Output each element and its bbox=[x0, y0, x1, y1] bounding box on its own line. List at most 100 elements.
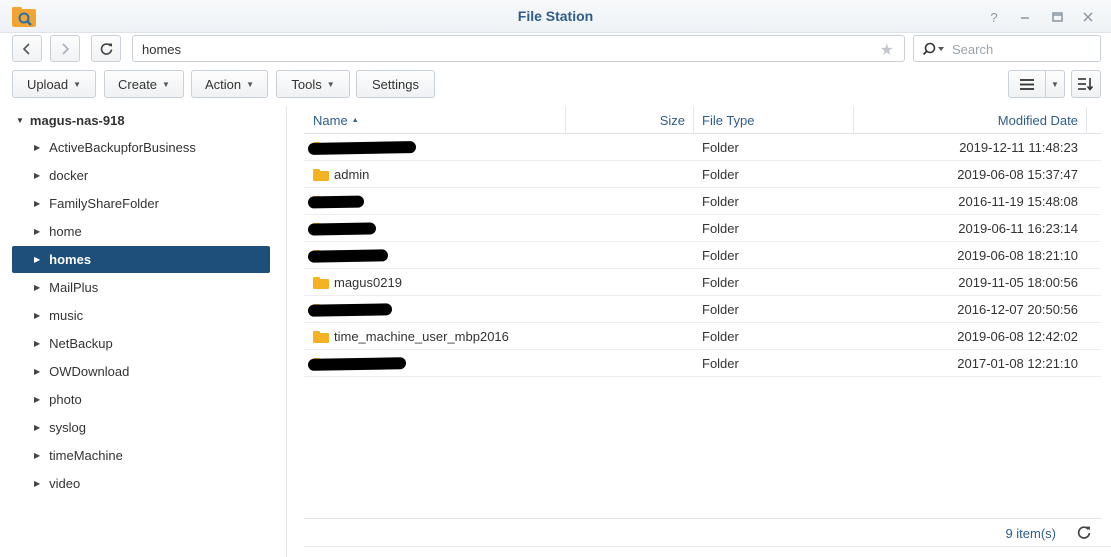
expand-arrow-icon[interactable]: ▶ bbox=[34, 479, 40, 488]
file-type-cell: Folder bbox=[702, 302, 739, 317]
column-name-header[interactable]: Name ▲ bbox=[313, 107, 359, 134]
table-row[interactable]: Folder 2017-01-08 12:21:10 bbox=[304, 350, 1101, 377]
title-bar: File Station ? bbox=[0, 0, 1111, 33]
expand-arrow-icon[interactable]: ▶ bbox=[34, 255, 40, 264]
refresh-button[interactable] bbox=[91, 35, 121, 62]
sidebar-item-photo[interactable]: ▶ photo bbox=[12, 386, 270, 413]
sort-button[interactable] bbox=[1071, 70, 1101, 98]
file-type-cell: Folder bbox=[702, 329, 739, 344]
column-type-header[interactable]: File Type bbox=[702, 107, 755, 134]
column-modified-header[interactable]: Modified Date bbox=[854, 107, 1078, 134]
column-divider[interactable] bbox=[1086, 107, 1087, 134]
sidebar-item-syslog[interactable]: ▶ syslog bbox=[12, 414, 270, 441]
file-list: Name ▲ Size File Type Modified Date Fold… bbox=[304, 106, 1101, 546]
sidebar-item-timemachine[interactable]: ▶ timeMachine bbox=[12, 442, 270, 469]
refresh-icon bbox=[100, 43, 112, 55]
expand-arrow-icon[interactable]: ▶ bbox=[34, 283, 40, 292]
sidebar-item-label: FamilyShareFolder bbox=[49, 196, 159, 211]
search-icon[interactable] bbox=[922, 42, 946, 56]
expand-arrow-icon[interactable]: ▶ bbox=[34, 367, 40, 376]
table-row[interactable]: Folder 2016-11-19 15:48:08 bbox=[304, 188, 1101, 215]
caret-down-icon: ▼ bbox=[326, 79, 335, 89]
help-icon[interactable]: ? bbox=[983, 6, 1005, 28]
folder-icon bbox=[313, 276, 329, 289]
create-button[interactable]: Create ▼ bbox=[104, 70, 184, 98]
redaction-mark bbox=[307, 249, 389, 263]
file-name-cell[interactable]: time_machine_user_mbp2016 bbox=[313, 323, 509, 350]
star-icon[interactable]: ★ bbox=[880, 40, 894, 60]
sidebar-item-label: OWDownload bbox=[49, 364, 130, 379]
folder-tree: ▼ magus-nas-918 ▶ ActiveBackupforBusiness… bbox=[0, 106, 287, 557]
expand-arrow-icon[interactable]: ▶ bbox=[34, 451, 40, 460]
sidebar-item-homes[interactable]: ▶ homes bbox=[12, 246, 270, 273]
table-row[interactable]: magus0219 Folder 2019-11-05 18:00:56 bbox=[304, 269, 1101, 296]
sidebar-item-video[interactable]: ▶ video bbox=[12, 470, 270, 497]
back-button[interactable] bbox=[12, 35, 42, 62]
divider bbox=[304, 546, 1111, 547]
caret-down-icon: ▼ bbox=[246, 79, 255, 89]
file-type-cell: Folder bbox=[702, 275, 739, 290]
search-field[interactable]: Search bbox=[913, 35, 1101, 62]
file-name-cell[interactable]: magus0219 bbox=[313, 269, 402, 296]
maximize-icon[interactable] bbox=[1046, 6, 1068, 28]
search-placeholder: Search bbox=[952, 42, 994, 57]
sidebar-item-home[interactable]: ▶ home bbox=[12, 218, 270, 245]
path-input[interactable]: homes ★ bbox=[132, 35, 905, 62]
chevron-right-icon bbox=[62, 42, 70, 55]
table-row[interactable]: admin Folder 2019-06-08 15:37:47 bbox=[304, 161, 1101, 188]
sidebar-item-activebackupforbusiness[interactable]: ▶ ActiveBackupforBusiness bbox=[12, 134, 270, 161]
settings-button[interactable]: Settings bbox=[356, 70, 435, 98]
file-name-cell[interactable]: admin bbox=[313, 161, 369, 188]
table-row[interactable]: Folder 2019-12-11 11:48:23 bbox=[304, 134, 1101, 161]
expand-arrow-icon[interactable]: ▶ bbox=[34, 311, 40, 320]
file-type-cell: Folder bbox=[702, 167, 739, 182]
upload-button[interactable]: Upload ▼ bbox=[12, 70, 96, 98]
forward-button[interactable] bbox=[50, 35, 80, 62]
column-modified-label: Modified Date bbox=[997, 113, 1078, 128]
column-size-header[interactable]: Size bbox=[566, 107, 685, 134]
sidebar-item-music[interactable]: ▶ music bbox=[12, 302, 270, 329]
expand-arrow-icon[interactable]: ▶ bbox=[34, 199, 40, 208]
expand-arrow-icon[interactable]: ▶ bbox=[34, 227, 40, 236]
view-mode-dropdown[interactable]: ▼ bbox=[1045, 70, 1065, 98]
table-row[interactable]: time_machine_user_mbp2016 Folder 2019-06-0… bbox=[304, 323, 1101, 350]
action-button[interactable]: Action ▼ bbox=[191, 70, 268, 98]
sidebar-item-mailplus[interactable]: ▶ MailPlus bbox=[12, 274, 270, 301]
expand-arrow-icon[interactable]: ▶ bbox=[34, 395, 40, 404]
minimize-icon[interactable] bbox=[1014, 6, 1036, 28]
redaction-mark bbox=[307, 195, 365, 209]
modified-date-cell: 2019-11-05 18:00:56 bbox=[958, 275, 1078, 290]
caret-down-icon: ▼ bbox=[1051, 79, 1059, 89]
table-row[interactable]: Folder 2019-06-08 18:21:10 bbox=[304, 242, 1101, 269]
server-name: magus-nas-918 bbox=[29, 113, 125, 128]
column-divider[interactable] bbox=[693, 107, 694, 134]
expand-arrow-icon[interactable]: ▶ bbox=[34, 143, 40, 152]
table-row[interactable]: Folder 2019-06-11 16:23:14 bbox=[304, 215, 1101, 242]
list-view-button[interactable] bbox=[1008, 70, 1046, 98]
tree-root-server[interactable]: ▼ magus-nas-918 bbox=[16, 113, 125, 128]
caret-down-icon: ▼ bbox=[73, 79, 82, 89]
expand-arrow-icon[interactable]: ▶ bbox=[34, 423, 40, 432]
path-text: homes bbox=[142, 42, 182, 57]
sidebar-item-label: timeMachine bbox=[49, 448, 123, 463]
tools-button[interactable]: Tools ▼ bbox=[276, 70, 350, 98]
redaction-mark bbox=[307, 357, 407, 371]
sidebar-item-familysharefolder[interactable]: ▶ FamilyShareFolder bbox=[12, 190, 270, 217]
expand-down-icon[interactable]: ▼ bbox=[16, 116, 24, 125]
tools-label: Tools bbox=[291, 76, 322, 92]
close-icon[interactable] bbox=[1077, 6, 1099, 28]
sidebar-item-netbackup[interactable]: ▶ NetBackup bbox=[12, 330, 270, 357]
expand-arrow-icon[interactable]: ▶ bbox=[34, 171, 40, 180]
expand-arrow-icon[interactable]: ▶ bbox=[34, 339, 40, 348]
column-size-label: Size bbox=[659, 113, 685, 128]
sidebar-item-label: syslog bbox=[49, 420, 87, 435]
refresh-icon[interactable] bbox=[1077, 525, 1091, 539]
sidebar-item-owdownload[interactable]: ▶ OWDownload bbox=[12, 358, 270, 385]
table-row[interactable]: Folder 2016-12-07 20:50:56 bbox=[304, 296, 1101, 323]
file-name: time_machine_user_mbp2016 bbox=[334, 329, 509, 344]
sidebar-item-label: NetBackup bbox=[49, 336, 113, 351]
modified-date-cell: 2016-11-19 15:48:08 bbox=[958, 194, 1078, 209]
upload-label: Upload bbox=[26, 76, 69, 92]
redaction-mark bbox=[307, 141, 417, 155]
sidebar-item-docker[interactable]: ▶ docker bbox=[12, 162, 270, 189]
